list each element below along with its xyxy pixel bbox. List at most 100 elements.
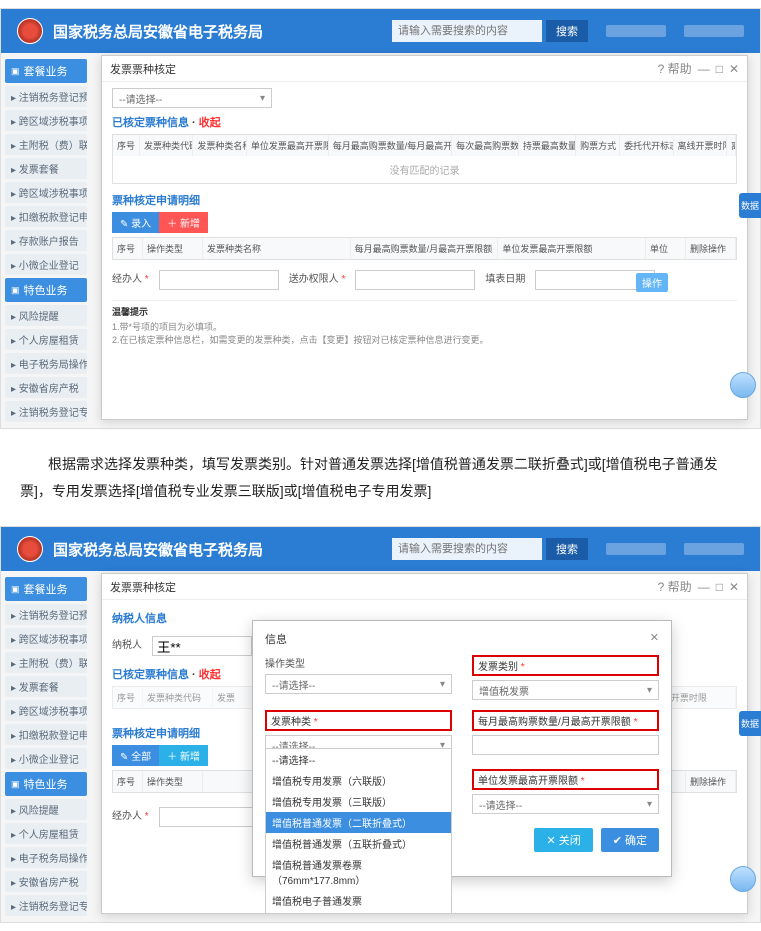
- dialog-ok-button[interactable]: ✔ 确定: [601, 828, 659, 852]
- sidebar-item[interactable]: ▸ 风险提醒: [5, 799, 87, 820]
- emblem-icon: [17, 536, 43, 562]
- help-link[interactable]: ? 帮助: [658, 578, 692, 595]
- dropdown-option[interactable]: 增值税电子普通发票: [266, 890, 451, 911]
- sidebar-item[interactable]: ▸ 发票套餐: [5, 158, 87, 179]
- sidebar-item[interactable]: ▸ 安徽省房产税: [5, 871, 87, 892]
- assistant-icon[interactable]: [730, 372, 756, 398]
- emblem-icon: [17, 18, 43, 44]
- user-area2: [684, 543, 744, 555]
- sidebar-item[interactable]: ▸ 扣缴税款登记申报: [5, 206, 87, 227]
- minimize-icon[interactable]: —: [698, 580, 710, 594]
- sidebar-item[interactable]: ▸ 注销税务登记专区: [5, 895, 87, 916]
- sidebar: ▣套餐业务 ▸ 注销税务登记预检 ▸ 跨区域涉税事项 ▸ 主附税（费）联合 ▸ …: [1, 53, 91, 428]
- modal-title: 发票票种核定: [110, 61, 652, 77]
- side-badge[interactable]: 数据: [739, 711, 761, 736]
- sidebar-item[interactable]: ▸ 电子税务局操作: [5, 353, 87, 374]
- sidebar-cat-1[interactable]: ▣套餐业务: [5, 577, 87, 601]
- expand-icon[interactable]: □: [716, 580, 723, 594]
- dropdown-option[interactable]: 增值税专用发票（六联版）: [266, 770, 451, 791]
- close-icon[interactable]: ✕: [729, 580, 739, 594]
- info-dialog: 信息 ✕ 操作类型 --请选择-- 发票类别 * 增值税发票: [252, 620, 672, 877]
- sidebar-item[interactable]: ▸ 注销税务登记预检: [5, 604, 87, 625]
- app-title: 国家税务总局安徽省电子税务局: [53, 539, 382, 560]
- sidebar-item[interactable]: ▸ 小微企业登记: [5, 254, 87, 275]
- dropdown-option[interactable]: 增值税普通发票卷票（76mm*177.8mm）: [266, 854, 451, 890]
- search-button[interactable]: 搜索: [546, 20, 588, 42]
- apply-table-head: 序号 操作类型 发票种类名称 每月最高购票数量/月最高开票限额 单位发票最高开票…: [112, 237, 737, 260]
- sidebar-item[interactable]: ▸ 存款账户报告: [5, 230, 87, 251]
- lxr-input[interactable]: [355, 270, 475, 290]
- sidebar-item[interactable]: ▸ 安徽省房产税: [5, 377, 87, 398]
- op-button[interactable]: 操作: [636, 273, 668, 292]
- dialog-close-icon[interactable]: ✕: [650, 631, 659, 647]
- app-title: 国家税务总局安徽省电子税务局: [53, 21, 382, 42]
- search-input[interactable]: [392, 20, 542, 42]
- sidebar-item[interactable]: ▸ 跨区域涉税事项: [5, 182, 87, 203]
- sidebar-item[interactable]: ▸ 跨区域涉税事项: [5, 110, 87, 131]
- search-input[interactable]: [392, 538, 542, 560]
- lxr-label: 送办权限人 *: [289, 270, 346, 290]
- minimize-icon[interactable]: —: [698, 62, 710, 76]
- approved-table: 序号 发票种类代码 发票种类名称 单位发票最高开票限额 每月最高购票数量/每月最…: [112, 134, 737, 184]
- jbr-input[interactable]: [159, 270, 279, 290]
- add-button[interactable]: ＋ 新增: [159, 212, 208, 233]
- sidebar-cat-1[interactable]: ▣套餐业务: [5, 59, 87, 83]
- dialog-close-button[interactable]: ✕ 关闭: [534, 828, 592, 852]
- sidebar-item[interactable]: ▸ 主附税（费）联合: [5, 652, 87, 673]
- all-button[interactable]: ✎ 全部: [112, 745, 159, 766]
- sidebar-item[interactable]: ▸ 风险提醒: [5, 305, 87, 326]
- help-link[interactable]: ? 帮助: [658, 60, 692, 77]
- tips: 温馨提示 1.带*号项的项目为必填项。 2.在已核定票种信息栏，如需变更的发票种…: [112, 300, 737, 346]
- invoice-type-dropdown[interactable]: --请选择--增值税专用发票（六联版）增值税专用发票（三联版）增值税普通发票（二…: [265, 748, 452, 913]
- limit-label: 单位发票最高开票限额 *: [472, 769, 659, 790]
- jbr-label-2: 经办人 *: [112, 807, 149, 827]
- sidebar-item[interactable]: ▸ 跨区域涉税事项: [5, 700, 87, 721]
- dropdown-option[interactable]: --请选择--: [266, 749, 451, 770]
- sidebar-item[interactable]: ▸ 发票套餐: [5, 676, 87, 697]
- invoice-type-label: 发票种类 *: [265, 710, 452, 731]
- sidebar-cat-2[interactable]: ▣特色业务: [5, 278, 87, 302]
- dropdown-option[interactable]: 增值税专用发票（三联版）: [266, 791, 451, 812]
- assistant-icon[interactable]: [730, 866, 756, 892]
- search-button[interactable]: 搜索: [546, 538, 588, 560]
- add-button-2[interactable]: ＋ 新增: [159, 745, 208, 766]
- limit-select[interactable]: --请选择--: [472, 794, 659, 814]
- monthly-qty-label: 每月最高购票数量/月最高开票限额 *: [472, 710, 659, 731]
- user-area2: [684, 25, 744, 37]
- screenshot-2: 国家税务总局安徽省电子税务局 搜索 ▣套餐业务 ▸ 注销税务登记预检 ▸ 跨区域…: [0, 526, 761, 923]
- close-icon[interactable]: ✕: [729, 62, 739, 76]
- dropdown-option[interactable]: 增值税普通发票（二联折叠式）: [266, 812, 451, 833]
- monthly-qty-input[interactable]: [472, 735, 659, 755]
- edit-button[interactable]: ✎ 录入: [112, 212, 159, 233]
- empty-row: 没有匹配的记录: [113, 156, 736, 183]
- section-approved: 已核定票种信息 · 收起: [112, 114, 737, 130]
- op-type-select[interactable]: --请选择--: [265, 674, 452, 694]
- invoice-kind-select[interactable]: 增值税发票: [472, 680, 659, 700]
- app-header: 国家税务总局安徽省电子税务局 搜索: [1, 9, 760, 53]
- sidebar-item[interactable]: ▸ 小微企业登记: [5, 748, 87, 769]
- invoice-kind-label: 发票类别 *: [472, 655, 659, 676]
- sidebar-cat-2[interactable]: ▣特色业务: [5, 772, 87, 796]
- dropdown-option[interactable]: 机动车销售统一发票: [266, 911, 451, 913]
- date-label: 填表日期: [485, 270, 525, 290]
- sidebar-item[interactable]: ▸ 个人房屋租赁: [5, 329, 87, 350]
- expand-icon[interactable]: □: [716, 62, 723, 76]
- user-area: [606, 543, 666, 555]
- side-badge[interactable]: 数据: [739, 193, 761, 218]
- screenshot-1: 国家税务总局安徽省电子税务局 搜索 ▣套餐业务 ▸ 注销税务登记预检 ▸ 跨区域…: [0, 8, 761, 429]
- op-type-label: 操作类型: [265, 655, 452, 670]
- jbr-label: 经办人 *: [112, 270, 149, 290]
- sidebar-item[interactable]: ▸ 主附税（费）联合: [5, 134, 87, 155]
- nsr-input[interactable]: [152, 636, 252, 656]
- dropdown-option[interactable]: 增值税普通发票（五联折叠式）: [266, 833, 451, 854]
- sidebar-item[interactable]: ▸ 注销税务登记专区: [5, 401, 87, 422]
- sidebar-item[interactable]: ▸ 扣缴税款登记申报: [5, 724, 87, 745]
- dialog-title: 信息: [265, 631, 287, 647]
- top-select[interactable]: --请选择--: [112, 88, 272, 108]
- sidebar-item[interactable]: ▸ 注销税务登记预检: [5, 86, 87, 107]
- sidebar-item[interactable]: ▸ 跨区域涉税事项: [5, 628, 87, 649]
- app-header: 国家税务总局安徽省电子税务局 搜索: [1, 527, 760, 571]
- modal-invoice-2: 发票票种核定 ? 帮助 — □ ✕ 纳税人信息 纳税人 已核定票种信息 · 收起…: [101, 573, 748, 914]
- sidebar-item[interactable]: ▸ 电子税务局操作: [5, 847, 87, 868]
- sidebar-item[interactable]: ▸ 个人房屋租赁: [5, 823, 87, 844]
